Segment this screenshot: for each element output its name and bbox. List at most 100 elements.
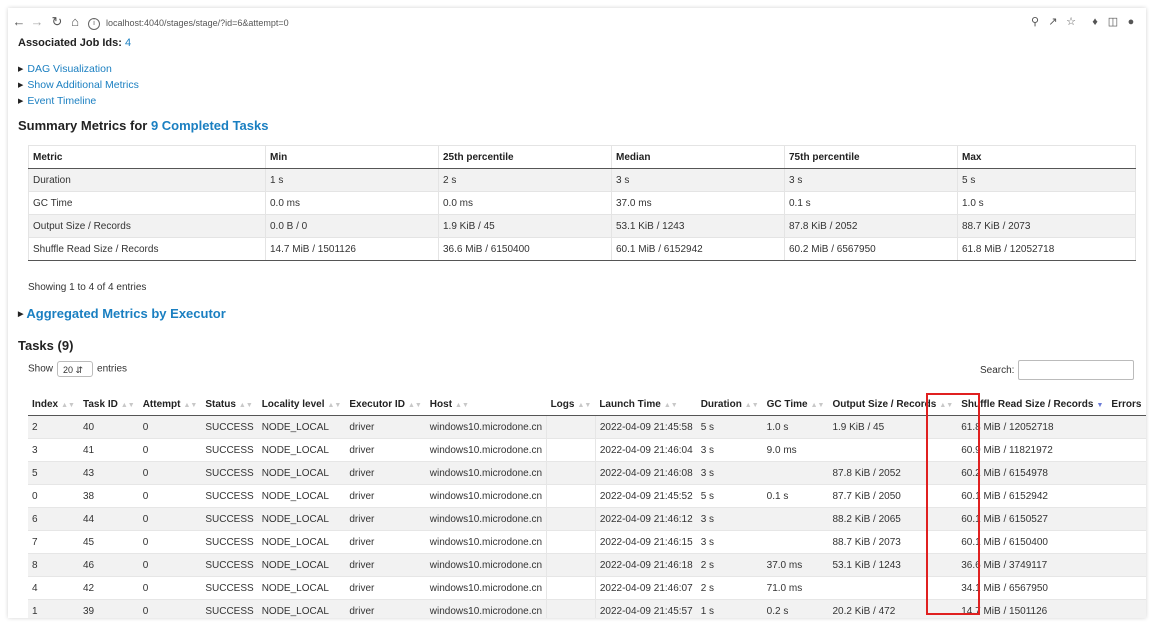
site-info-icon[interactable]: i <box>88 17 100 30</box>
task-cell <box>1107 576 1146 600</box>
summary-header-median[interactable]: Median <box>611 145 785 169</box>
tasks-header-locality-level[interactable]: Locality level ▲▼ <box>257 393 346 416</box>
additional-metrics-toggle[interactable]: ▶ Show Additional Metrics <box>18 79 139 91</box>
back-arrow-icon[interactable]: ← <box>12 15 26 29</box>
extensions-icon[interactable]: ♦ <box>1088 15 1102 29</box>
task-cell: 2022-04-09 21:45:58 <box>595 415 697 439</box>
task-cell: 14.7 MiB / 1501126 <box>957 599 1108 618</box>
page-size-select[interactable]: 20 ⇵ <box>57 361 94 377</box>
summary-cell: 1.0 s <box>957 191 1136 215</box>
summary-cell: 0.1 s <box>784 191 958 215</box>
task-cell: NODE_LOCAL <box>257 530 346 554</box>
tasks-header-attempt[interactable]: Attempt ▲▼ <box>138 393 202 416</box>
task-cell: 40 <box>78 415 139 439</box>
search-label: Search: <box>980 365 1015 376</box>
summary-header-p75[interactable]: 75th percentile <box>784 145 958 169</box>
summary-cell: Shuffle Read Size / Records <box>28 237 266 261</box>
task-cell: 3 s <box>696 438 763 462</box>
bookmark-star-icon[interactable]: ☆ <box>1064 15 1078 29</box>
summary-header-max[interactable]: Max <box>957 145 1136 169</box>
task-cell: 37.0 ms <box>762 553 829 577</box>
task-cell: 7 <box>28 530 79 554</box>
task-cell: windows10.microdone.cn <box>425 599 547 618</box>
sort-icon: ▲▼ <box>455 401 469 409</box>
summary-cell: 0.0 ms <box>438 191 612 215</box>
task-cell: windows10.microdone.cn <box>425 530 547 554</box>
job-ids-label: Associated Job Ids: <box>18 37 122 49</box>
side-panel-icon[interactable]: ◫ <box>1106 15 1120 29</box>
tasks-header-shuffle-read-size-records[interactable]: Shuffle Read Size / Records ▼ <box>957 393 1108 416</box>
summary-header-metric[interactable]: Metric <box>28 145 266 169</box>
task-cell: windows10.microdone.cn <box>425 553 547 577</box>
zoom-icon[interactable]: ⚲ <box>1028 15 1042 29</box>
page-size-control: Show 20 ⇵ entries <box>28 361 127 377</box>
summary-cell: 1.9 KiB / 45 <box>438 214 612 238</box>
task-cell: 2022-04-09 21:46:18 <box>595 553 697 577</box>
task-cell: NODE_LOCAL <box>257 438 346 462</box>
summary-cell: 0.0 ms <box>265 191 439 215</box>
tasks-header-index[interactable]: Index ▲▼ <box>28 393 79 416</box>
tasks-header-launch-time[interactable]: Launch Time ▲▼ <box>595 393 697 416</box>
summary-cell: 5 s <box>957 168 1136 192</box>
task-cell: 60.9 MiB / 11821972 <box>957 438 1108 462</box>
browser-toolbar: ← → ↻ ⌂ i localhost:4040/stages/stage/?id… <box>8 8 1146 38</box>
task-cell: driver <box>345 576 426 600</box>
task-cell: NODE_LOCAL <box>257 484 346 508</box>
task-cell: SUCCESS <box>201 484 258 508</box>
task-cell: 0 <box>138 415 202 439</box>
home-icon[interactable]: ⌂ <box>68 15 82 29</box>
task-cell: 60.1 MiB / 6150527 <box>957 507 1108 531</box>
summary-header-p25[interactable]: 25th percentile <box>438 145 612 169</box>
aggregated-metrics-toggle[interactable]: ▶ Aggregated Metrics by Executor <box>18 306 226 321</box>
task-cell: 88.2 KiB / 2065 <box>828 507 958 531</box>
forward-arrow-icon[interactable]: → <box>30 15 44 29</box>
task-cell: windows10.microdone.cn <box>425 438 547 462</box>
task-cell: NODE_LOCAL <box>257 576 346 600</box>
tasks-header-output-size-records[interactable]: Output Size / Records ▲▼ <box>828 393 958 416</box>
share-icon[interactable]: ↗ <box>1046 15 1060 29</box>
event-timeline-toggle[interactable]: ▶ Event Timeline <box>18 95 96 107</box>
task-cell: driver <box>345 484 426 508</box>
summary-cell: 60.1 MiB / 6152942 <box>611 237 785 261</box>
task-cell: 3 s <box>696 530 763 554</box>
profile-icon[interactable]: ● <box>1124 15 1138 29</box>
summary-cell: 37.0 ms <box>611 191 785 215</box>
address-bar[interactable]: i localhost:4040/stages/stage/?id=6&attem… <box>88 15 289 31</box>
task-cell: 2022-04-09 21:46:15 <box>595 530 697 554</box>
reload-icon[interactable]: ↻ <box>50 15 64 29</box>
task-cell <box>828 576 958 600</box>
summary-header-min[interactable]: Min <box>265 145 439 169</box>
job-id-link[interactable]: 4 <box>125 37 131 49</box>
sort-icon: ▲▼ <box>238 401 253 409</box>
task-cell: 6 <box>28 507 79 531</box>
task-cell <box>546 415 596 439</box>
task-cell: 2022-04-09 21:46:07 <box>595 576 697 600</box>
completed-tasks-link[interactable]: 9 Completed Tasks <box>151 118 269 133</box>
summary-cell: 53.1 KiB / 1243 <box>611 214 785 238</box>
task-cell: 53.1 KiB / 1243 <box>828 553 958 577</box>
tasks-header-duration[interactable]: Duration ▲▼ <box>696 393 763 416</box>
search-input[interactable] <box>1018 360 1134 380</box>
task-cell <box>1107 530 1146 554</box>
tasks-header-host[interactable]: Host ▲▼ <box>425 393 547 416</box>
tasks-header-executor-id[interactable]: Executor ID ▲▼ <box>345 393 426 416</box>
tasks-header-status[interactable]: Status ▲▼ <box>201 393 258 416</box>
tasks-header-logs[interactable]: Logs ▲▼ <box>546 393 596 416</box>
task-cell: 2 <box>28 415 79 439</box>
dag-visualization-toggle[interactable]: ▶ DAG Visualization <box>18 63 112 75</box>
summary-cell: 3 s <box>784 168 958 192</box>
task-cell: 41 <box>78 438 139 462</box>
tasks-header-errors[interactable]: Errors▲▼ <box>1107 393 1146 416</box>
task-cell <box>1107 553 1146 577</box>
task-cell: driver <box>345 530 426 554</box>
task-cell: SUCCESS <box>201 599 258 618</box>
task-cell <box>546 438 596 462</box>
tasks-header-gc-time[interactable]: GC Time ▲▼ <box>762 393 829 416</box>
task-cell: 5 s <box>696 415 763 439</box>
task-cell: 1.0 s <box>762 415 829 439</box>
task-cell: 0 <box>138 461 202 485</box>
task-cell: 61.8 MiB / 12052718 <box>957 415 1108 439</box>
task-cell <box>1107 415 1146 439</box>
summary-cell: 60.2 MiB / 6567950 <box>784 237 958 261</box>
tasks-header-task-id[interactable]: Task ID ▲▼ <box>78 393 139 416</box>
